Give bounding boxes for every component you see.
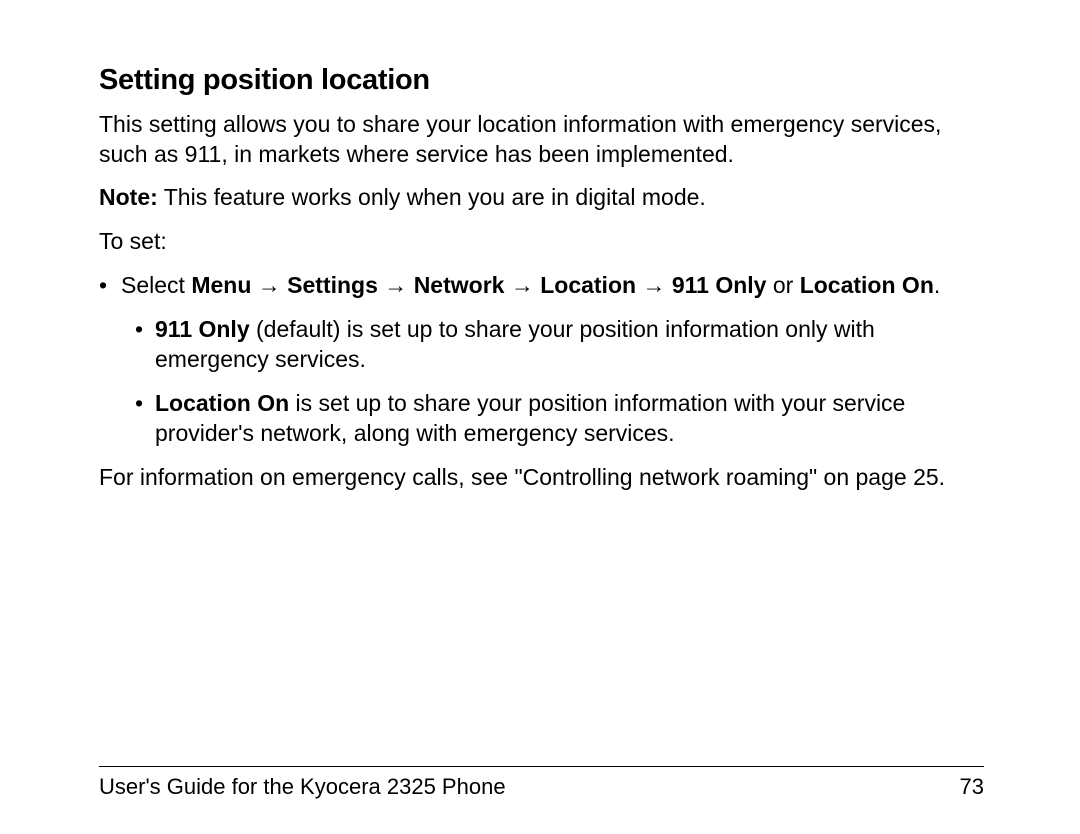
arrow-icon: → [504,272,540,298]
footer-page-number: 73 [960,773,984,802]
cross-reference: For information on emergency calls, see … [99,463,984,493]
to-set-label: To set: [99,227,984,257]
path-settings: Settings [287,272,378,298]
path-location-on: Location On [800,272,934,298]
note-text: This feature works only when you are in … [158,184,706,210]
step-or: or [766,272,799,298]
steps-list: Select Menu → Settings → Network → Locat… [99,271,984,448]
substep-locon-label: Location On [155,390,289,416]
page-footer: User's Guide for the Kyocera 2325 Phone … [99,766,984,802]
substep-item: 911 Only (default) is set up to share yo… [155,315,984,375]
section-heading: Setting position location [99,62,984,100]
substep-item: Location On is set up to share your posi… [155,389,984,449]
path-network: Network [414,272,505,298]
path-911only: 911 Only [672,272,767,298]
arrow-icon: → [636,272,672,298]
substeps-list: 911 Only (default) is set up to share yo… [121,315,984,449]
arrow-icon: → [378,272,414,298]
note-label: Note: [99,184,158,210]
path-location: Location [540,272,636,298]
footer-doc-title: User's Guide for the Kyocera 2325 Phone [99,773,506,802]
step-period: . [934,272,940,298]
path-menu: Menu [191,272,251,298]
substep-911-label: 911 Only [155,316,250,342]
substep-911-text: (default) is set up to share your positi… [155,316,875,372]
note-paragraph: Note: This feature works only when you a… [99,183,984,213]
step-select-word: Select [121,272,191,298]
step-item: Select Menu → Settings → Network → Locat… [121,271,984,448]
intro-paragraph: This setting allows you to share your lo… [99,110,984,170]
arrow-icon: → [251,272,287,298]
